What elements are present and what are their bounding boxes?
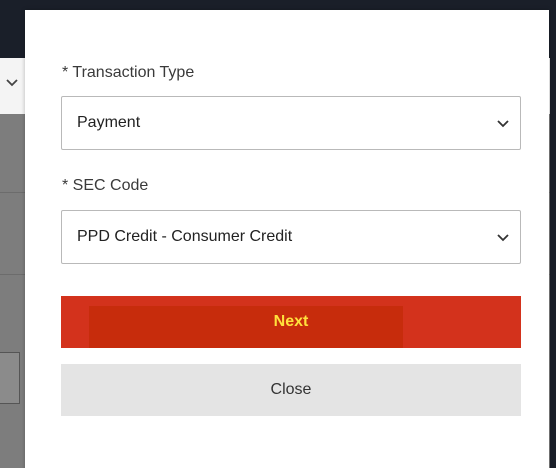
chevron-down-icon	[497, 120, 509, 128]
transaction-modal: * Transaction Type Payment * SEC Code PP…	[25, 10, 549, 468]
close-button[interactable]: Close	[61, 364, 521, 416]
sec-code-select[interactable]: PPD Credit - Consumer Credit	[61, 210, 521, 264]
chevron-down-icon	[497, 234, 509, 242]
next-button-highlight	[89, 306, 403, 348]
next-button[interactable]: Next	[61, 296, 521, 348]
sec-code-value: PPD Credit - Consumer Credit	[77, 228, 293, 245]
background-right-edge	[550, 0, 556, 468]
transaction-type-value: Payment	[77, 114, 141, 131]
background-chevron-down-icon	[6, 79, 18, 87]
close-button-label: Close	[270, 381, 312, 398]
background-panel-edge	[0, 352, 20, 404]
sec-code-label: * SEC Code	[62, 177, 149, 194]
transaction-type-label: * Transaction Type	[62, 64, 195, 81]
transaction-type-select[interactable]: Payment	[61, 96, 521, 150]
next-button-label: Next	[273, 313, 309, 330]
